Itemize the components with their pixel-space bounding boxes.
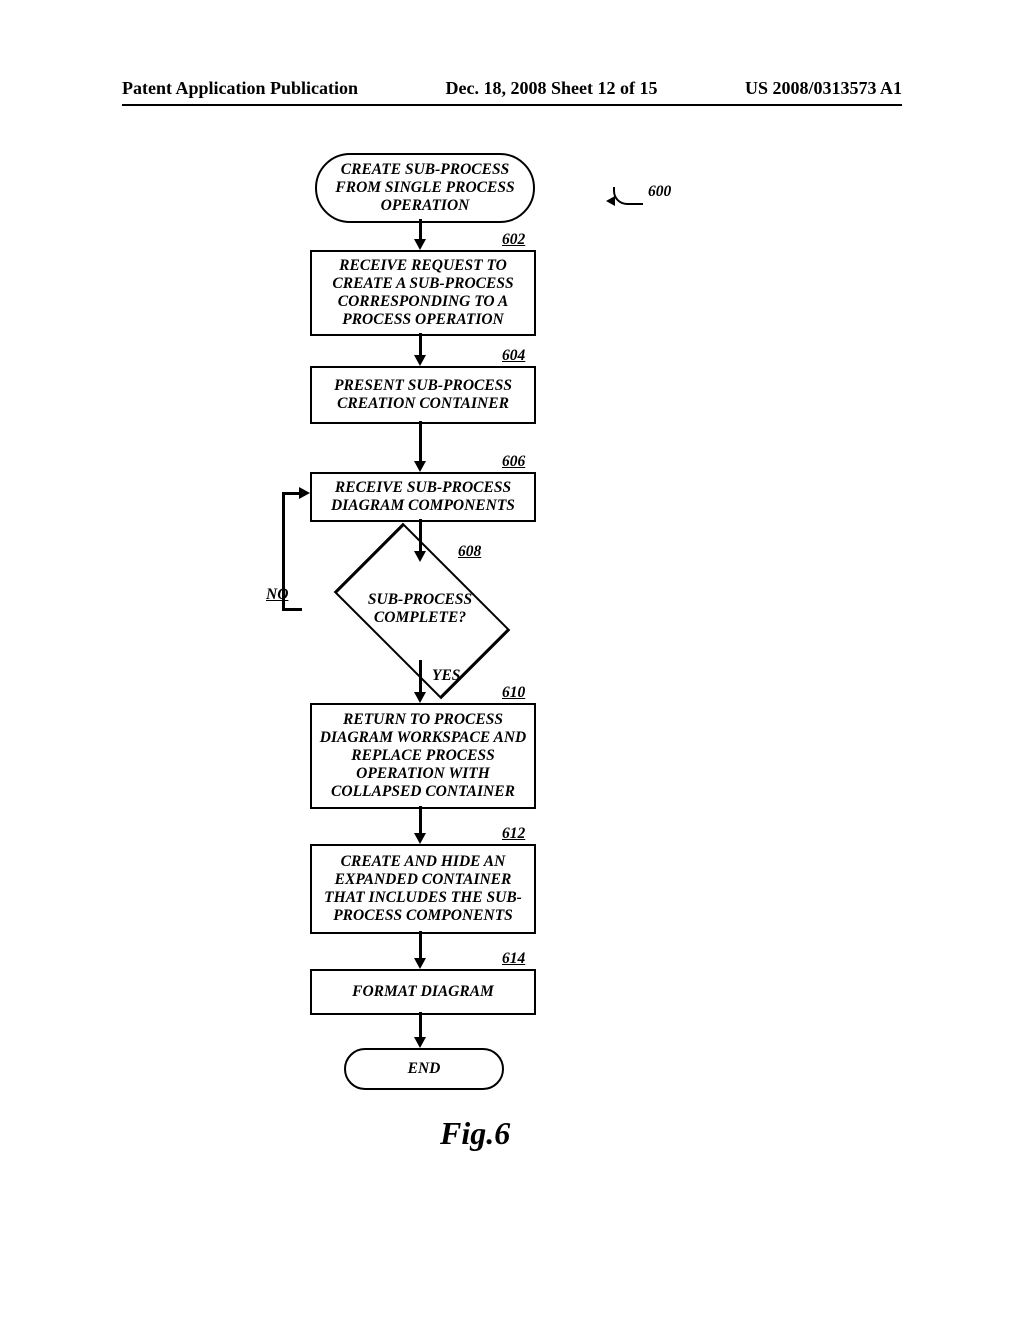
page-header: Patent Application Publication Dec. 18, … bbox=[122, 78, 902, 99]
node-604: PRESENT SUB-PROCESS CREATION CONTAINER bbox=[310, 366, 536, 424]
ref-604: 604 bbox=[502, 347, 525, 365]
edge-no-h1 bbox=[282, 608, 302, 611]
edge-612-614-arrow bbox=[414, 958, 426, 969]
node-612-text: CREATE AND HIDE AN EXPANDED CONTAINER TH… bbox=[318, 853, 528, 924]
ref-600-curve bbox=[613, 187, 643, 205]
edge-608-610 bbox=[419, 660, 422, 693]
edge-614-end bbox=[419, 1012, 422, 1038]
ref-600: 600 bbox=[648, 183, 671, 201]
edge-604-606 bbox=[419, 421, 422, 463]
label-no: NO bbox=[266, 586, 288, 604]
edge-604-606-arrow bbox=[414, 461, 426, 472]
node-start: CREATE SUB-PROCESS FROM SINGLE PROCESS O… bbox=[315, 153, 535, 223]
ref-608: 608 bbox=[458, 543, 481, 561]
ref-606: 606 bbox=[502, 453, 525, 471]
edge-start-602-arrow bbox=[414, 239, 426, 250]
flowchart: CREATE SUB-PROCESS FROM SINGLE PROCESS O… bbox=[0, 145, 1024, 1245]
figure-label: Fig.6 bbox=[440, 1115, 510, 1152]
node-608: SUB-PROCESS COMPLETE? bbox=[373, 562, 467, 656]
node-end: END bbox=[344, 1048, 504, 1090]
node-608-text: SUB-PROCESS COMPLETE? bbox=[333, 562, 507, 656]
header-left: Patent Application Publication bbox=[122, 78, 358, 99]
node-614-text: FORMAT DIAGRAM bbox=[352, 983, 494, 1001]
node-end-text: END bbox=[408, 1060, 441, 1078]
ref-614: 614 bbox=[502, 950, 525, 968]
node-606: RECEIVE SUB-PROCESS DIAGRAM COMPONENTS bbox=[310, 472, 536, 522]
node-610: RETURN TO PROCESS DIAGRAM WORKSPACE AND … bbox=[310, 703, 536, 809]
node-602-text: RECEIVE REQUEST TO CREATE A SUB-PROCESS … bbox=[318, 257, 528, 328]
edge-602-604-arrow bbox=[414, 355, 426, 366]
node-614: FORMAT DIAGRAM bbox=[310, 969, 536, 1015]
edge-614-end-arrow bbox=[414, 1037, 426, 1048]
node-602: RECEIVE REQUEST TO CREATE A SUB-PROCESS … bbox=[310, 250, 536, 336]
header-right: US 2008/0313573 A1 bbox=[745, 78, 902, 99]
label-yes: YES bbox=[432, 667, 460, 685]
edge-no-h2 bbox=[282, 492, 299, 495]
ref-612: 612 bbox=[502, 825, 525, 843]
edge-610-612-arrow bbox=[414, 833, 426, 844]
node-612: CREATE AND HIDE AN EXPANDED CONTAINER TH… bbox=[310, 844, 536, 934]
ref-602: 602 bbox=[502, 231, 525, 249]
node-start-text: CREATE SUB-PROCESS FROM SINGLE PROCESS O… bbox=[325, 161, 525, 214]
edge-602-604 bbox=[419, 333, 422, 356]
header-rule bbox=[122, 104, 902, 106]
node-604-text: PRESENT SUB-PROCESS CREATION CONTAINER bbox=[318, 377, 528, 413]
edge-no-arrow bbox=[299, 487, 310, 499]
node-610-text: RETURN TO PROCESS DIAGRAM WORKSPACE AND … bbox=[318, 711, 528, 800]
header-mid: Dec. 18, 2008 Sheet 12 of 15 bbox=[446, 78, 658, 99]
edge-612-614 bbox=[419, 931, 422, 959]
page: Patent Application Publication Dec. 18, … bbox=[0, 0, 1024, 1320]
edge-608-610-arrow bbox=[414, 692, 426, 703]
ref-610: 610 bbox=[502, 684, 525, 702]
node-606-text: RECEIVE SUB-PROCESS DIAGRAM COMPONENTS bbox=[318, 479, 528, 515]
edge-start-602 bbox=[419, 219, 422, 240]
edge-610-612 bbox=[419, 806, 422, 834]
